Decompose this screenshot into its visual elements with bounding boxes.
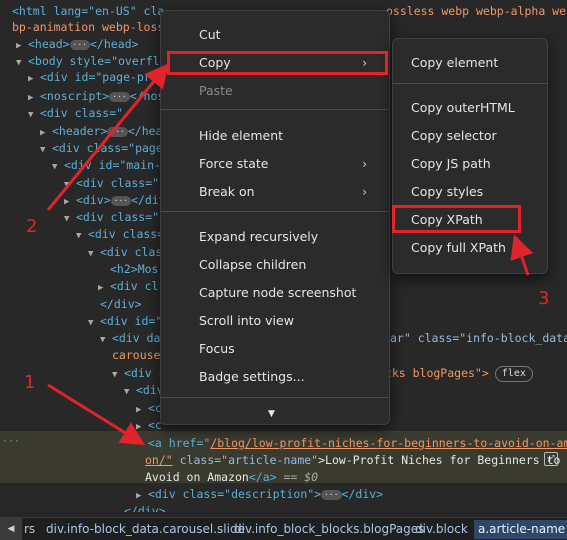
dom-line-html-tail: ossless webp webp-alpha we: [386, 0, 566, 23]
collapse-arrow-icon[interactable]: ▼: [76, 224, 88, 248]
menu-separator: [161, 211, 389, 212]
submenu-item-copy-selector[interactable]: Copy selector: [393, 123, 547, 149]
chevron-left-icon[interactable]: ◀: [0, 518, 22, 540]
menu-item-expand-recursively[interactable]: Expand recursively: [161, 224, 389, 250]
collapse-arrow-icon[interactable]: ▼: [88, 242, 100, 266]
menu-separator: [161, 109, 389, 110]
div-tag: <div id="page-pre: [40, 70, 158, 84]
ellipsis-icon[interactable]: ···: [69, 39, 90, 50]
div-close-tag: </div>: [341, 487, 384, 501]
submenu-item-copy-outerhtml[interactable]: Copy outerHTML: [393, 95, 547, 121]
menu-item-break-on[interactable]: Break on ›: [161, 179, 389, 205]
div-tag: <div class=: [88, 227, 165, 241]
menu-separator: [393, 83, 547, 84]
menu-item-paste: Paste: [199, 83, 233, 98]
menu-scroll-down-icon[interactable]: ▼: [161, 401, 389, 427]
dom-line-close2: </div>: [124, 499, 166, 512]
flex-badge[interactable]: flex: [494, 365, 533, 382]
a-text: >Low-Profit Niches for Beginners to: [318, 453, 561, 467]
collapse-arrow-icon[interactable]: ▼: [100, 328, 112, 352]
copy-submenu: Copy element Copy outerHTML Copy selecto…: [392, 38, 548, 274]
breadcrumb-item-selected[interactable]: a.article-name: [474, 520, 567, 539]
div-tag: <div id="main-p: [64, 158, 168, 172]
menu-separator: [161, 397, 389, 398]
div-close-tag: </div>: [124, 504, 166, 512]
ellipsis-icon[interactable]: ···: [109, 91, 130, 102]
class-attr-tail: ar" class="info-block_data: [390, 331, 567, 345]
breadcrumb-item[interactable]: div.info_block_blocks.blogPages: [234, 522, 424, 536]
highlight-box-copy: [167, 51, 388, 75]
menu-item-badge-settings[interactable]: Badge settings...: [161, 364, 389, 390]
collapse-arrow-icon[interactable]: ▼: [112, 363, 124, 387]
div-tag: <div class=": [40, 106, 124, 120]
menu-item-focus[interactable]: Focus: [161, 336, 389, 362]
menu-item-scroll-into-view[interactable]: Scroll into view: [161, 308, 389, 334]
div-tag: <div cl: [110, 279, 159, 293]
screenshot-icon[interactable]: ⤢: [544, 452, 558, 466]
dom-line-desc[interactable]: ▶ <div class="description"> ··· </div>: [136, 482, 383, 506]
html-class-tail: ossless webp webp-alpha we: [386, 4, 567, 18]
highlight-box-copy-xpath: [392, 205, 521, 233]
menu-item-capture-node-screenshot[interactable]: Capture node screenshot: [161, 280, 389, 306]
more-dots-icon[interactable]: ···: [2, 436, 20, 447]
dom-line-c-tail: ocks blogPages"> flex: [378, 361, 533, 385]
menu-item-collapse-children[interactable]: Collapse children: [161, 252, 389, 278]
ellipsis-icon[interactable]: ···: [110, 195, 132, 206]
annotation-number-1: 1: [24, 372, 36, 393]
force-state-label: Force state: [199, 156, 269, 171]
collapse-arrow-icon[interactable]: ▼: [40, 138, 52, 162]
submenu-item-copy-js-path[interactable]: Copy JS path: [393, 151, 547, 177]
ellipsis-icon[interactable]: ···: [107, 126, 128, 137]
dom-line-da-tail: ar" class="info-block_data: [390, 326, 567, 350]
div-tag: <div class="description">: [148, 487, 322, 501]
ellipsis-icon[interactable]: ···: [321, 489, 342, 500]
submenu-item-copy-full-xpath[interactable]: Copy full XPath: [393, 235, 547, 261]
submenu-item-copy-element[interactable]: Copy element: [393, 50, 547, 76]
annotation-number-2: 2: [26, 216, 38, 237]
breadcrumb: ◀ rs div.info-block_data.carousel.slide …: [0, 517, 567, 540]
collapse-arrow-icon[interactable]: ▼: [88, 311, 100, 335]
menu-item-hide-element[interactable]: Hide element: [161, 123, 389, 149]
collapse-arrow-icon[interactable]: ▼: [16, 51, 28, 75]
annotation-number-3: 3: [538, 288, 550, 309]
collapse-arrow-icon[interactable]: ▼: [64, 207, 76, 231]
collapse-arrow-icon[interactable]: ▼: [52, 155, 64, 179]
breadcrumb-item[interactable]: rs: [24, 522, 35, 536]
chevron-right-icon: ›: [362, 185, 367, 199]
menu-item-force-state[interactable]: Force state ›: [161, 151, 389, 177]
breadcrumb-item[interactable]: div.block: [415, 522, 468, 536]
class-value-tail: ocks blogPages">: [378, 366, 489, 380]
break-on-label: Break on: [199, 184, 255, 199]
menu-item-cut[interactable]: Cut: [161, 22, 389, 48]
breadcrumb-item[interactable]: div.info-block_data.carousel.slide: [46, 522, 245, 536]
collapse-arrow-icon[interactable]: ▼: [28, 103, 40, 127]
submenu-item-copy-styles[interactable]: Copy styles: [393, 179, 547, 205]
collapse-arrow-icon[interactable]: ▼: [124, 380, 136, 404]
chevron-right-icon: ›: [362, 157, 367, 171]
